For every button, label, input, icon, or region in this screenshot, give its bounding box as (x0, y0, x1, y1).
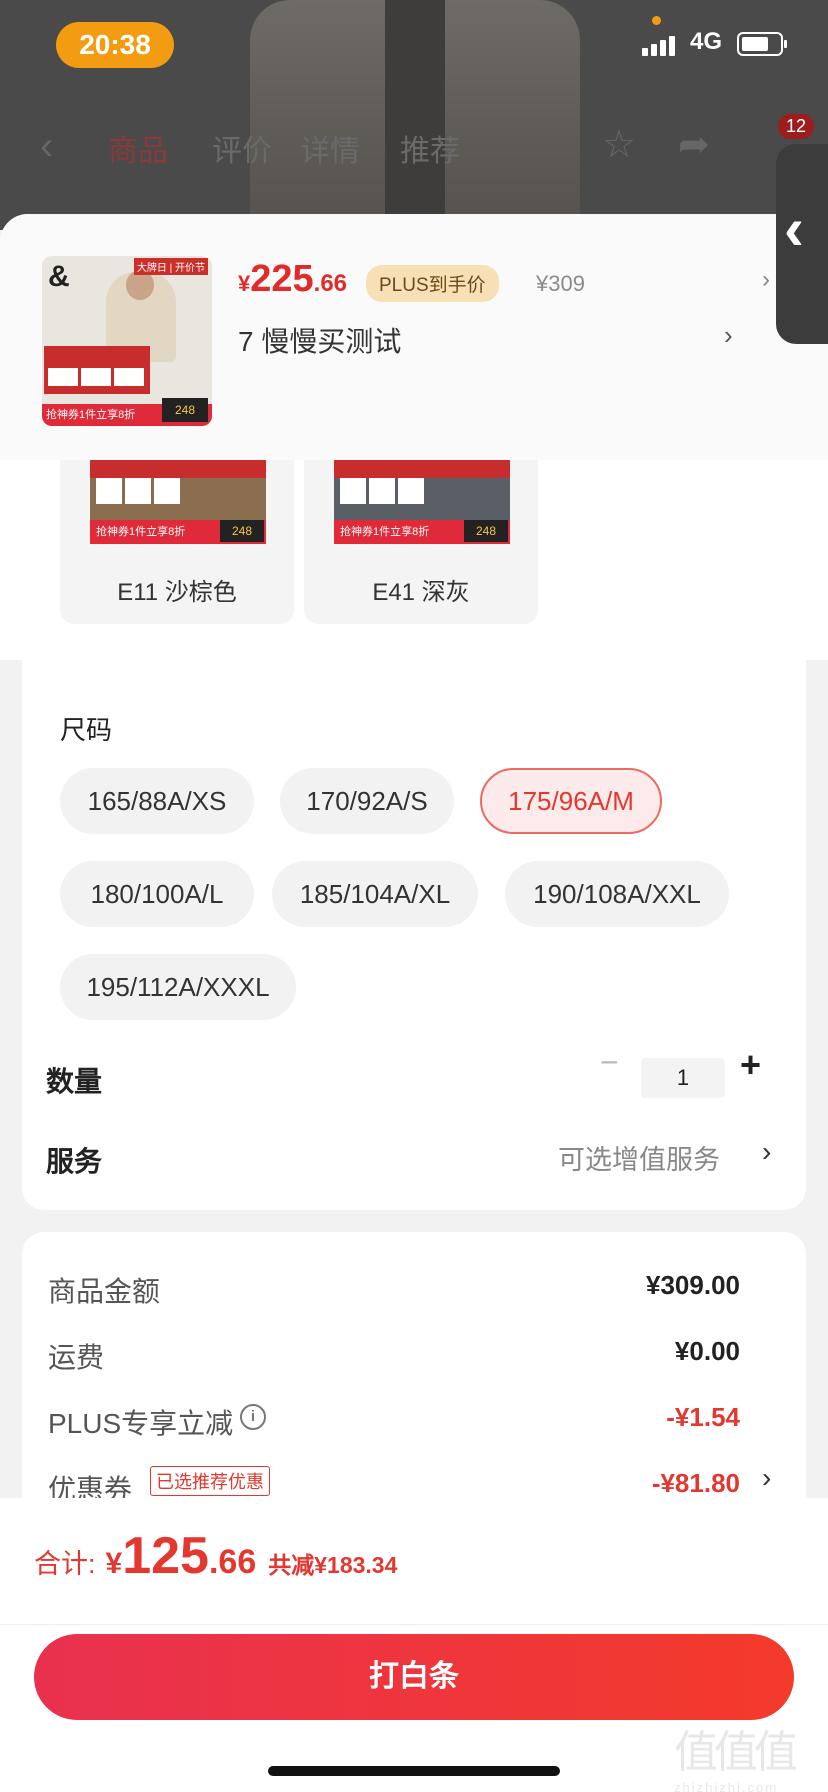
brand-logo: & (48, 260, 70, 293)
info-icon[interactable]: i (240, 1404, 266, 1430)
cost-value-shipping: ¥0.00 (674, 1336, 740, 1366)
thumb-price: 248 (162, 398, 208, 422)
coupon-recommend-tag: 已选推荐优惠 (150, 1466, 270, 1496)
battery-icon (737, 32, 787, 56)
cost-label-plus: PLUS专享立减 (48, 1408, 234, 1439)
size-chip[interactable]: 190/108A/XXL (505, 861, 729, 927)
chevron-left-icon: ‹ (784, 195, 804, 262)
cost-value-coupon[interactable]: -¥81.80 (652, 1468, 740, 1499)
color-options: 抢神券1件立享8折 248 E11 沙棕色 抢神券1件立享8折 248 E41 … (0, 460, 828, 630)
tab-product[interactable]: 商品 (108, 126, 168, 170)
saved-amount: 共减¥183.34 (268, 1552, 398, 1578)
plus-icon[interactable]: + (740, 1044, 761, 1086)
sheet-header: & 大牌日 | 开价节 抢神券1件立享8折 248 ¥ 225 .66 PLUS… (0, 214, 828, 460)
sku-sheet: & 大牌日 | 开价节 抢神券1件立享8折 248 ¥ 225 .66 PLUS… (0, 214, 828, 1792)
share-icon[interactable]: ➦ (678, 122, 710, 167)
pay-button[interactable]: 打白条 (34, 1634, 794, 1720)
chevron-right-icon[interactable]: › (762, 1462, 771, 1494)
service-value[interactable]: 可选增值服务 (558, 1138, 720, 1177)
tab-recommend[interactable]: 推荐 (400, 126, 460, 170)
chevron-right-icon[interactable]: › (724, 320, 733, 351)
background-page: 20:38 4G ‹ 商品 评价 详情 推荐 ☆ ➦ 12 (0, 0, 828, 230)
cost-label-shipping: 运费 (48, 1342, 105, 1373)
signal-icon (642, 34, 682, 56)
tab-reviews[interactable]: 评价 (212, 126, 272, 170)
color-label: E11 沙棕色 (117, 579, 237, 606)
back-icon[interactable]: ‹ (40, 124, 53, 169)
selected-spec[interactable]: 7 慢慢买测试 (238, 320, 401, 360)
size-section-title: 尺码 (60, 715, 113, 745)
minus-icon[interactable]: − (600, 1044, 619, 1081)
size-chip[interactable]: 170/92A/S (280, 768, 454, 834)
network-label: 4G (690, 28, 723, 55)
thumb-tag: 大牌日 | 开价节 (133, 258, 208, 275)
color-option-e41[interactable]: 抢神券1件立享8折 248 E41 深灰 (304, 460, 538, 624)
size-chip[interactable]: 180/100A/L (60, 861, 254, 927)
size-chip[interactable]: 185/104A/XL (272, 861, 478, 927)
side-pull-handle[interactable]: ‹ (776, 144, 828, 344)
chevron-right-icon[interactable]: › (762, 1136, 771, 1168)
cost-value-goods: ¥309.00 (646, 1270, 740, 1300)
plus-price-tag: PLUS到手价 (366, 265, 499, 302)
size-chip[interactable]: 165/88A/XS (60, 768, 254, 834)
cost-label-goods: 商品金额 (48, 1276, 161, 1307)
top-nav: ‹ 商品 评价 详情 推荐 ☆ ➦ 12 (0, 114, 828, 178)
chevron-right-icon[interactable]: › (762, 266, 770, 294)
size-chip[interactable]: 195/112A/XXXL (60, 954, 296, 1020)
original-price: ¥309 (536, 271, 585, 296)
color-label: E41 深灰 (372, 579, 470, 606)
star-icon[interactable]: ☆ (602, 122, 636, 167)
time-display: 20:38 (56, 22, 174, 68)
quantity-input[interactable]: 1 (641, 1058, 725, 1098)
quantity-label: 数量 (46, 1066, 103, 1097)
recording-indicator (652, 16, 661, 25)
service-label: 服务 (46, 1146, 103, 1177)
home-indicator (268, 1766, 560, 1776)
watermark-logo: 值值值 zhizhizhi.com (674, 1728, 798, 1792)
price-display: ¥ 225 .66 (238, 258, 348, 300)
cost-value-plus: -¥1.54 (666, 1402, 740, 1432)
size-chip-selected[interactable]: 175/96A/M (480, 768, 662, 834)
status-bar: 20:38 4G (0, 16, 828, 68)
color-option-e11[interactable]: 抢神券1件立享8折 248 E11 沙棕色 (60, 460, 294, 624)
message-badge: 12 (777, 114, 814, 139)
checkout-footer: 合计: ¥ 125 .66 共减¥183.34 打白条 值值值 zhizhizh… (0, 1498, 828, 1792)
tab-details[interactable]: 详情 (300, 126, 360, 170)
product-thumbnail[interactable]: & 大牌日 | 开价节 抢神券1件立享8折 248 (42, 256, 212, 426)
total-display: 合计: ¥ 125 .66 共减¥183.34 (34, 1527, 398, 1585)
